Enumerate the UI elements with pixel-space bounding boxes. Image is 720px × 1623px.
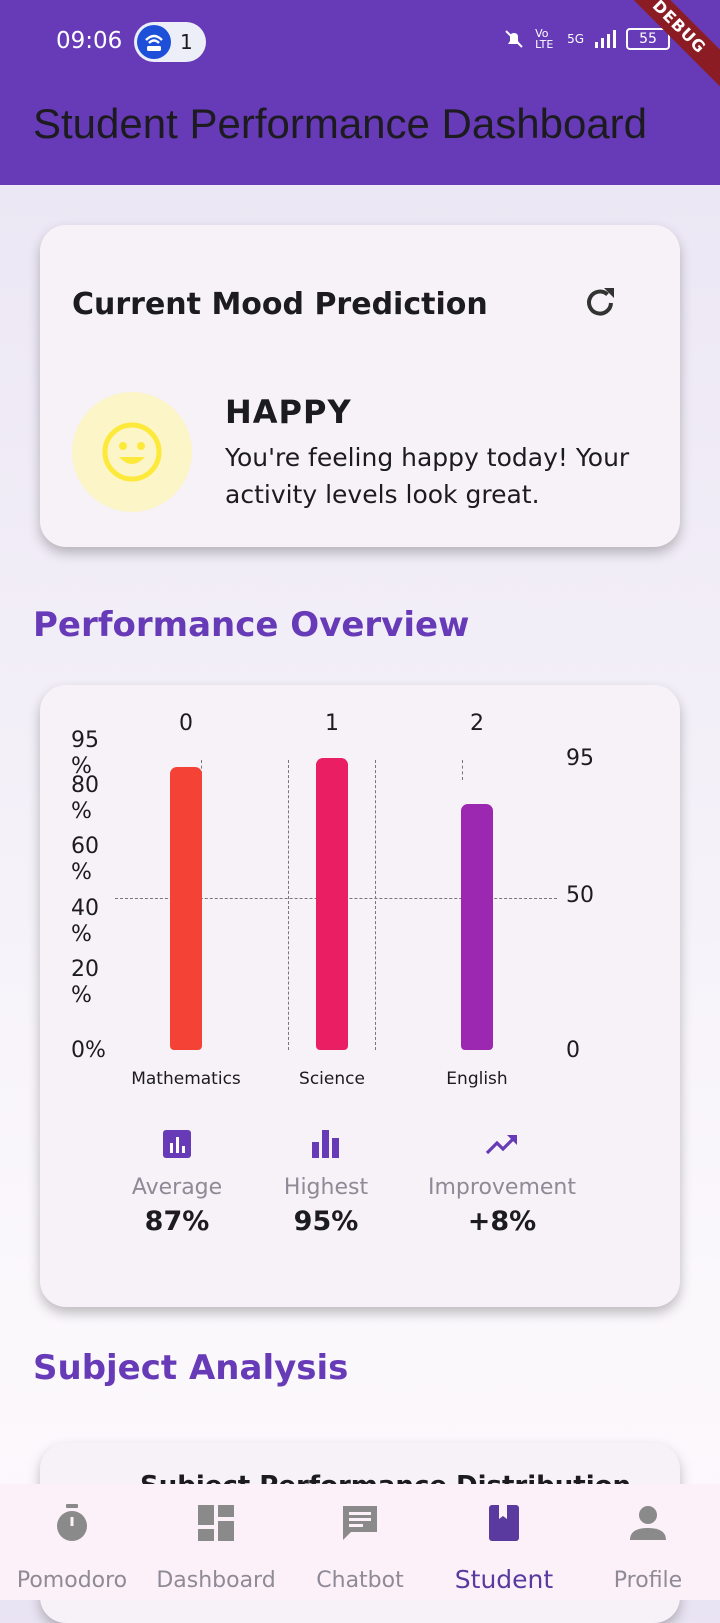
smiley-face-icon <box>102 422 162 482</box>
grid-line-vertical <box>462 760 463 780</box>
right-axis-tick-label: 95 <box>566 746 594 771</box>
nav-item-profile[interactable]: Profile <box>576 1484 720 1600</box>
performance-chart-card: 95 % 80 % 60 % 40 % 20 % 0% 95 50 0 0 Mathematics 1… <box>40 685 680 1307</box>
y-axis-tick-label: 20 % <box>71 957 99 1008</box>
performance-bar-chart: 95 % 80 % 60 % 40 % 20 % 0% 95 50 0 0 Mathematics 1… <box>40 685 680 1105</box>
equalizer-icon <box>312 1130 339 1158</box>
nav-item-chatbot[interactable]: Chatbot <box>288 1484 432 1600</box>
person-icon <box>630 1506 666 1540</box>
stat-value: 95% <box>293 1206 359 1237</box>
category-label: English <box>446 1069 508 1089</box>
y-axis-tick-label: 0% <box>71 1038 106 1063</box>
stat-highest: Highest 95% <box>226 1127 426 1237</box>
bar-index-label: 1 <box>325 711 339 736</box>
nav-label: Chatbot <box>316 1568 404 1593</box>
page-title: Student Performance Dashboard <box>33 100 648 147</box>
timer-icon <box>57 1504 87 1541</box>
y-axis-tick-label: 60 % <box>71 834 99 885</box>
bar-index-label: 0 <box>179 711 193 736</box>
chart-bar <box>461 804 493 1050</box>
mood-prediction-card: Current Mood Prediction HAPPY You're fee… <box>40 225 680 547</box>
refresh-icon[interactable] <box>580 283 620 323</box>
stat-label: Highest <box>283 1175 369 1200</box>
nav-item-dashboard[interactable]: Dashboard <box>144 1484 288 1600</box>
bar-chart-icon <box>163 1130 191 1158</box>
subject-analysis-heading: Subject Analysis <box>33 1348 349 1388</box>
stat-improvement: Improvement +8% <box>402 1127 602 1237</box>
chat-icon <box>343 1506 377 1540</box>
right-axis-tick-label: 0 <box>566 1038 580 1063</box>
network-type: 5G <box>567 32 584 46</box>
stat-value: +8% <box>467 1206 537 1237</box>
category-label: Science <box>299 1069 365 1089</box>
y-axis-tick-label: 80 % <box>71 773 99 824</box>
nav-item-pomodoro[interactable]: Pomodoro <box>0 1484 144 1600</box>
status-time: 09:06 <box>56 28 123 54</box>
category-label: Mathematics <box>131 1069 241 1089</box>
volte-indicator: Vo LTE <box>535 27 554 51</box>
hotspot-indicator: 1 <box>134 22 206 62</box>
chart-bar <box>170 767 202 1050</box>
hotspot-icon <box>137 25 171 59</box>
status-icons: Vo LTE 5G 55 <box>503 28 670 50</box>
bar-index-label: 2 <box>470 711 484 736</box>
app-bar: 09:06 1 Vo LTE 5G 55 DEBUG Student Perfo… <box>0 0 720 185</box>
battery-indicator: 55 <box>626 28 670 50</box>
nav-label: Profile <box>613 1568 683 1593</box>
grid-line-vertical <box>375 760 376 1050</box>
trending-up-icon <box>485 1135 517 1155</box>
chart-bar <box>316 758 348 1050</box>
nav-item-student[interactable]: Student <box>432 1484 576 1600</box>
mood-message: You're feeling happy today! Your activit… <box>225 443 630 509</box>
mood-icon-container <box>72 392 192 512</box>
grid-line-vertical <box>288 760 289 1050</box>
performance-overview-heading: Performance Overview <box>33 605 470 645</box>
y-axis-tick-label: 40 % <box>71 896 99 947</box>
mood-status: HAPPY <box>225 393 352 431</box>
nav-label: Dashboard <box>156 1568 276 1593</box>
nav-label: Pomodoro <box>16 1568 128 1593</box>
right-axis-tick-label: 50 <box>566 883 594 908</box>
book-icon <box>489 1505 519 1541</box>
nav-label: Student <box>454 1565 554 1594</box>
bottom-navigation: Pomodoro Dashboard Chatbot Student Profi… <box>0 1484 720 1600</box>
hotspot-count: 1 <box>180 30 193 54</box>
mute-icon <box>505 30 523 48</box>
signal-icon <box>595 30 616 48</box>
dashboard-icon <box>198 1505 234 1541</box>
mood-card-title: Current Mood Prediction <box>72 287 488 322</box>
stat-label: Improvement <box>428 1175 576 1200</box>
